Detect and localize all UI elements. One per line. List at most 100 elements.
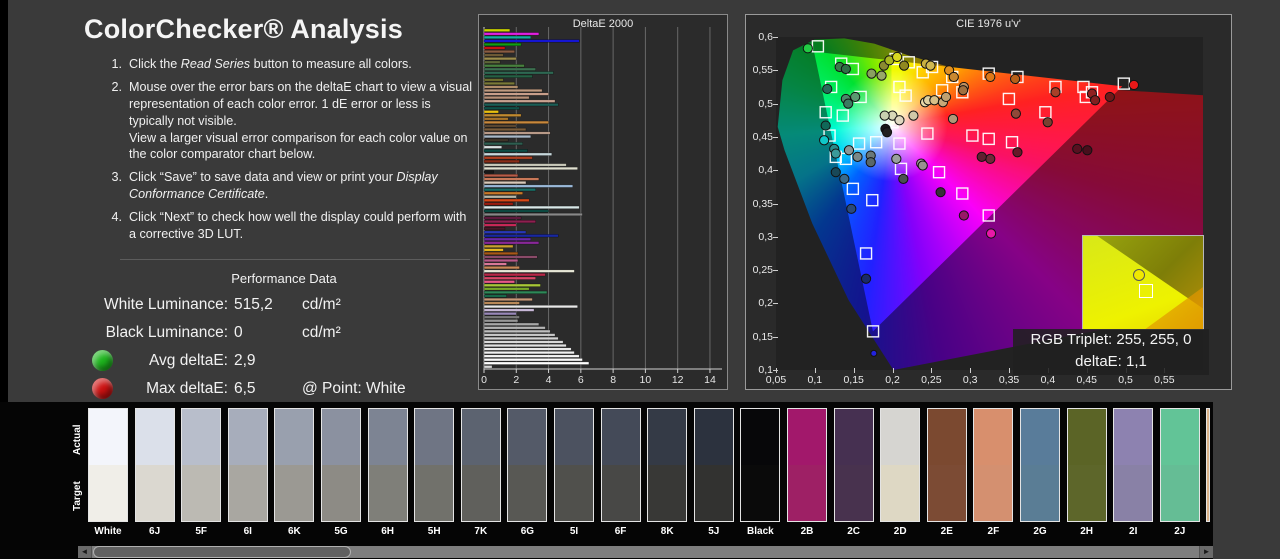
delta-error-bar[interactable] xyxy=(484,75,532,78)
delta-error-bar[interactable] xyxy=(484,47,505,50)
delta-error-bar[interactable] xyxy=(484,68,536,71)
delta-error-bar[interactable] xyxy=(484,57,516,60)
delta-error-bar[interactable] xyxy=(484,93,549,96)
delta-error-bar[interactable] xyxy=(484,351,574,354)
delta-error-bar[interactable] xyxy=(484,213,582,216)
delta-error-bar[interactable] xyxy=(484,89,542,92)
delta-error-bar[interactable] xyxy=(484,203,513,206)
delta-error-bar[interactable] xyxy=(484,298,532,301)
delta-error-bar[interactable] xyxy=(484,263,507,266)
delta-error-bar[interactable] xyxy=(484,33,539,36)
delta-error-bar[interactable] xyxy=(484,121,549,124)
delta-error-bar[interactable] xyxy=(484,365,492,368)
delta-error-bar[interactable] xyxy=(484,220,536,223)
delta-error-bar[interactable] xyxy=(484,181,526,184)
delta-error-bar[interactable] xyxy=(484,302,520,305)
delta-error-bar[interactable] xyxy=(484,125,516,128)
delta-error-bar[interactable] xyxy=(484,199,529,202)
delta-error-bar[interactable] xyxy=(484,164,566,167)
delta-error-bar[interactable] xyxy=(484,362,589,365)
delta-error-bar[interactable] xyxy=(484,82,515,85)
delta-error-bar[interactable] xyxy=(484,167,578,170)
delta-error-bar[interactable] xyxy=(484,96,529,99)
delta-error-bar[interactable] xyxy=(484,245,513,248)
delta-error-bar[interactable] xyxy=(484,327,545,330)
delta-error-bar[interactable] xyxy=(484,110,499,113)
delta-error-bar[interactable] xyxy=(484,238,531,241)
delta-error-bar[interactable] xyxy=(484,100,555,103)
delta-error-bar[interactable] xyxy=(484,195,516,198)
delta-error-bar[interactable] xyxy=(484,341,563,344)
delta-error-bar[interactable] xyxy=(484,358,582,361)
scrollbar-thumb[interactable] xyxy=(93,546,351,558)
scroll-right-button[interactable]: ► xyxy=(1199,546,1213,558)
delta-error-bar[interactable] xyxy=(484,36,531,39)
delta-error-bar[interactable] xyxy=(484,277,536,280)
delta-error-bar[interactable] xyxy=(484,43,521,46)
delta-error-bar[interactable] xyxy=(484,266,520,269)
delta-error-bar[interactable] xyxy=(484,153,552,156)
delta-error-bar[interactable] xyxy=(484,295,507,298)
delta-error-bar[interactable] xyxy=(484,174,518,177)
delta-error-bar[interactable] xyxy=(484,107,520,110)
delta-error-bar[interactable] xyxy=(484,132,550,135)
delta-error-bar[interactable] xyxy=(484,323,539,326)
delta-error-bar[interactable] xyxy=(484,149,528,152)
delta-error-bar[interactable] xyxy=(484,330,550,333)
delta-error-bar[interactable] xyxy=(484,103,558,106)
delta-error-bar[interactable] xyxy=(484,270,574,273)
delta-error-bar[interactable] xyxy=(484,171,494,174)
delta-error-bar[interactable] xyxy=(484,259,518,262)
delta-error-bar[interactable] xyxy=(484,29,510,32)
delta-error-bar[interactable] xyxy=(484,142,523,145)
delta-error-bar[interactable] xyxy=(484,337,558,340)
delta-error-bar[interactable] xyxy=(484,231,526,234)
delta-error-bar[interactable] xyxy=(484,305,578,308)
delta-error-bar[interactable] xyxy=(484,249,503,252)
delta-error-bar[interactable] xyxy=(484,319,518,322)
delta-error-bar[interactable] xyxy=(484,185,573,188)
delta-error-bar[interactable] xyxy=(484,178,539,181)
delta-error-bar[interactable] xyxy=(484,61,500,64)
comparator-scrollbar[interactable]: ◄ ► xyxy=(78,546,1213,558)
delta-error-bar[interactable] xyxy=(484,309,534,312)
delta-error-bar[interactable] xyxy=(484,160,520,163)
delta-error-bar[interactable] xyxy=(484,79,503,82)
delta-error-bar[interactable] xyxy=(484,50,515,53)
scroll-left-button[interactable]: ◄ xyxy=(78,546,92,558)
delta-error-bar[interactable] xyxy=(484,344,566,347)
delta-error-bar[interactable] xyxy=(484,40,579,43)
delta-error-bar[interactable] xyxy=(484,280,515,283)
delta-error-bar[interactable] xyxy=(484,234,558,237)
delta-error-bar[interactable] xyxy=(484,192,523,195)
delta-error-bar[interactable] xyxy=(484,224,516,227)
delta-error-bar[interactable] xyxy=(484,139,508,142)
delta-error-bar[interactable] xyxy=(484,206,579,209)
delta-error-bar[interactable] xyxy=(484,252,518,255)
delta-error-bar[interactable] xyxy=(484,355,579,358)
delta-error-bar[interactable] xyxy=(484,288,529,291)
delta-error-bar[interactable] xyxy=(484,273,545,276)
delta-error-bar[interactable] xyxy=(484,86,518,89)
delta-error-bar[interactable] xyxy=(484,312,516,315)
delta-error-bar[interactable] xyxy=(484,54,503,57)
delta-error-bar[interactable] xyxy=(484,316,520,319)
delta-error-bar[interactable] xyxy=(484,284,540,287)
delta-error-bar[interactable] xyxy=(484,128,526,131)
delta-error-bar[interactable] xyxy=(484,334,555,337)
delta-error-bar[interactable] xyxy=(484,242,539,245)
delta-error-bar[interactable] xyxy=(484,256,537,259)
delta-error-bar[interactable] xyxy=(484,114,521,117)
delta-error-bar[interactable] xyxy=(484,210,549,213)
delta-error-bar[interactable] xyxy=(484,118,508,121)
delta-error-bar[interactable] xyxy=(484,188,536,191)
delta-error-bar[interactable] xyxy=(484,135,531,138)
delta-error-bar[interactable] xyxy=(484,291,547,294)
delta-error-bar[interactable] xyxy=(484,157,532,160)
delta-error-bar[interactable] xyxy=(484,72,553,75)
delta-error-bar[interactable] xyxy=(484,217,521,220)
delta-error-bar[interactable] xyxy=(484,227,505,230)
delta-error-bar[interactable] xyxy=(484,146,502,149)
delta-error-bar[interactable] xyxy=(484,348,571,351)
delta-error-bar[interactable] xyxy=(484,64,524,67)
